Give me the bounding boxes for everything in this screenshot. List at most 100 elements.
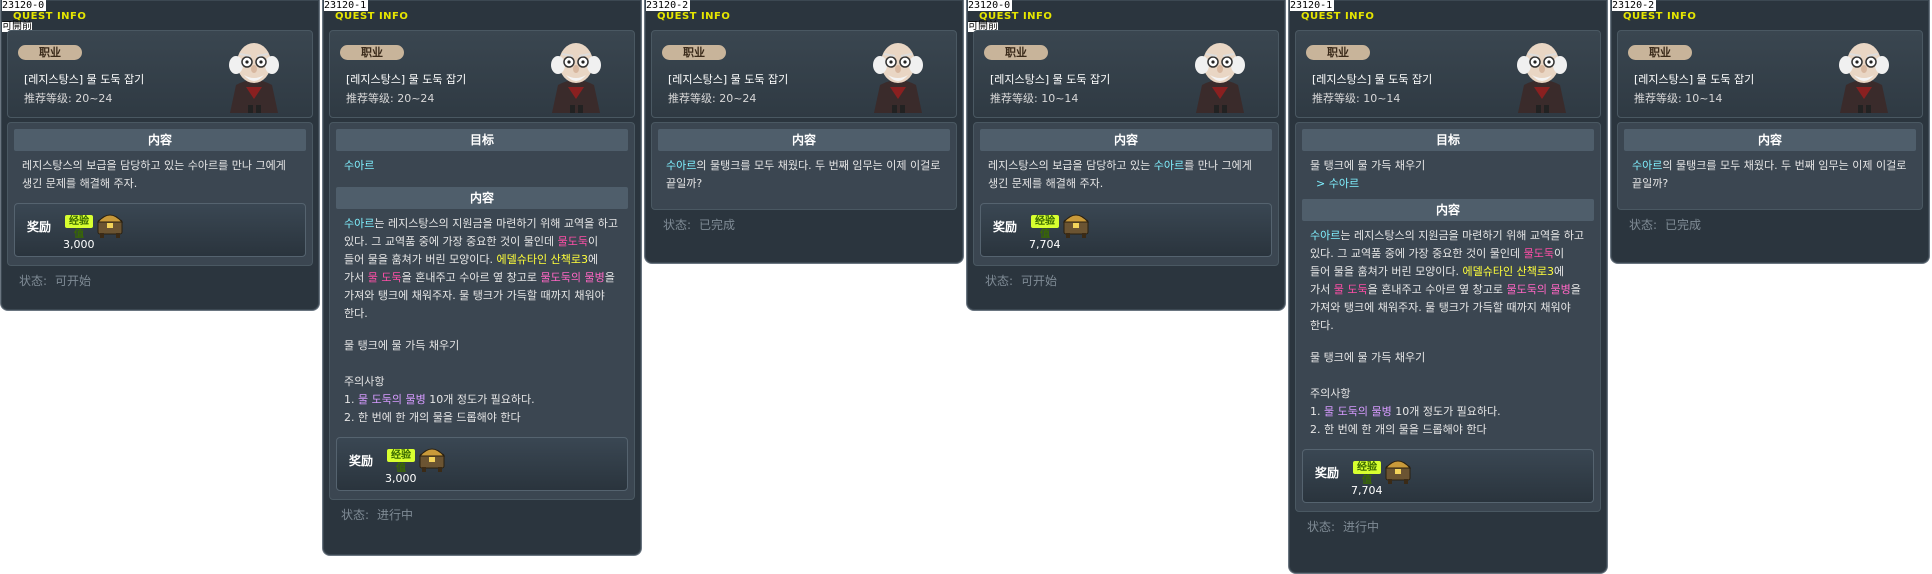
quest-header: 职业 [레지스탕스] 물 도둑 잡기 推荐等级: 10~14	[1617, 30, 1923, 118]
content-text: 수아르의 물탱크를 모두 채웠다. 두 번째 임무는 이제 이걸로 끝일까?	[666, 159, 941, 190]
treasure-chest-icon	[419, 448, 445, 472]
content-text: 레지스탕스의 보급을 담당하고 있는 수아르를 만나 그에게 생긴 문제를 해결…	[988, 159, 1252, 190]
status-label: 状态:	[1307, 520, 1336, 534]
content-goal: 물 탱크에 물 가득 채우기	[1310, 351, 1426, 364]
quest-id: 23120-1	[1290, 0, 1335, 11]
quest-body: 内容 수아르의 물탱크를 모두 채웠다. 두 번째 임무는 이제 이걸로 끝일까…	[651, 122, 957, 210]
quest-body: 内容 레지스탕스의 보급을 담당하고 있는 수아르를 만나 그에게 생긴 문제를…	[973, 122, 1279, 266]
quest-name: [레지스탕스] 물 도둑 잡기	[1312, 73, 1433, 86]
status-label: 状态:	[19, 274, 48, 288]
quest-id: 23120-1	[324, 0, 369, 11]
npc-portrait-icon	[550, 42, 602, 113]
reward-label: 奖励	[993, 220, 1018, 234]
job-badge: 职业	[1628, 45, 1692, 60]
notice-line-2: 2. 한 번에 한 개의 물을 드롭해야 한다	[344, 411, 521, 424]
treasure-chest-icon	[1063, 214, 1089, 238]
content-text: 수아르의 물탱크를 모두 채웠다. 두 번째 임무는 이제 이걸로 끝일까?	[1632, 159, 1907, 190]
reward-box: 奖励 经验值 3,000	[14, 203, 306, 257]
exp-label: 经验值	[387, 449, 415, 474]
quest-info-title: QUEST INFO	[1301, 11, 1375, 22]
quest-name: [레지스탕스] 물 도둑 잡기	[346, 73, 467, 86]
reward-box: 奖励 经验值 7,704	[980, 203, 1272, 257]
reward-label: 奖励	[349, 454, 374, 468]
notice-title: 주의사항	[1310, 387, 1351, 400]
npc-portrait-icon	[228, 42, 280, 113]
notice-line-1: 1. 물 도둑의 물병 10개 정도가 필요하다.	[344, 393, 535, 406]
content-heading: 内容	[658, 129, 950, 151]
quest-panel-4: 23120-0 QUEST INFO 可開前 职业 [레지스탕스] 물 도둑 잡…	[966, 0, 1286, 311]
quest-header: 职业 [레지스탕스] 물 도둑 잡기 推荐等级: 10~14	[973, 30, 1279, 118]
exp-value: 7,704	[1029, 238, 1061, 251]
quest-name: [레지스탕스] 물 도둑 잡기	[1634, 73, 1755, 86]
quest-header: 职业 [레지스탕스] 물 도둑 잡기 推荐等级: 10~14	[1295, 30, 1601, 118]
recommended-level: 推荐等级: 10~14	[990, 92, 1079, 105]
content-goal: 물 탱크에 물 가득 채우기	[344, 339, 460, 352]
job-badge: 职业	[340, 45, 404, 60]
status-row: 状态: 进行中	[323, 500, 641, 536]
quest-body: 目标 수아르 内容 수아르는 레지스탕스의 지원금을 마련하기 위해 교역을 하…	[329, 122, 635, 500]
exp-label: 经验值	[1031, 215, 1059, 240]
exp-label: 经验值	[1353, 461, 1381, 486]
recommended-level: 推荐等级: 20~24	[668, 92, 757, 105]
quest-panel-1: 23120-0 QUEST INFO 可開前 职业 [레지스탕스] 물 도둑 잡…	[0, 0, 320, 311]
status-value: 已完成	[1665, 218, 1702, 232]
exp-value: 3,000	[63, 238, 95, 251]
quest-name: [레지스탕스] 물 도둑 잡기	[990, 73, 1111, 86]
content-text: 수아르는 레지스탕스의 지원금을 마련하기 위해 교역을 하고 있다. 그 교역…	[1310, 229, 1584, 332]
status-row: 状态: 可开始	[1, 266, 319, 302]
npc-portrait-icon	[1516, 42, 1568, 113]
reward-box: 奖励 经验值 7,704	[1302, 449, 1594, 503]
status-label: 状态:	[341, 508, 370, 522]
npc-portrait-icon	[1194, 42, 1246, 113]
notice-line-1: 1. 물 도둑의 물병 10개 정도가 필요하다.	[1310, 405, 1501, 418]
treasure-chest-icon	[97, 214, 123, 238]
quest-id: 23120-2	[646, 0, 691, 11]
quest-body: 目标 물 탱크에 물 가득 채우기 > 수아르 内容 수아르는 레지스탕스의 지…	[1295, 122, 1601, 512]
quest-body: 内容 레지스탕스의 보급을 담당하고 있는 수아르를 만나 그에게 생긴 문제를…	[7, 122, 313, 266]
target-heading: 目标	[336, 129, 628, 151]
recommended-level: 推荐等级: 20~24	[346, 92, 435, 105]
quest-id: 23120-2	[1612, 0, 1657, 11]
status-value: 进行中	[1343, 520, 1380, 534]
content-text: 수아르는 레지스탕스의 지원금을 마련하기 위해 교역을 하고 있다. 그 교역…	[344, 217, 618, 320]
job-badge: 职业	[18, 45, 82, 60]
quest-id: 23120-0	[968, 0, 1013, 11]
quest-panel-6: 23120-2 QUEST INFO 职业 [레지스탕스] 물 도둑 잡기 推荐…	[1610, 0, 1930, 264]
target-text: 물 탱크에 물 가득 채우기	[1310, 159, 1426, 172]
npc-portrait-icon	[1838, 42, 1890, 113]
target-heading: 目标	[1302, 129, 1594, 151]
exp-label: 经验值	[65, 215, 93, 240]
content-heading: 内容	[336, 187, 628, 209]
status-row: 状态: 进行中	[1289, 512, 1607, 548]
quest-panel-3: 23120-2 QUEST INFO 职业 [레지스탕스] 물 도둑 잡기 推荐…	[644, 0, 964, 264]
quest-info-title: QUEST INFO	[335, 11, 409, 22]
content-heading: 内容	[980, 129, 1272, 151]
quest-header: 职业 [레지스탕스] 물 도둑 잡기 推荐等级: 20~24	[651, 30, 957, 118]
quest-panel-5: 23120-1 QUEST INFO 职业 [레지스탕스] 물 도둑 잡기 推荐…	[1288, 0, 1608, 574]
quest-info-title: QUEST INFO	[1623, 11, 1697, 22]
quest-name: [레지스탕스] 물 도둑 잡기	[668, 73, 789, 86]
npc-portrait-icon	[872, 42, 924, 113]
quest-header: 职业 [레지스탕스] 물 도둑 잡기 推荐等级: 20~24	[7, 30, 313, 118]
recommended-level: 推荐等级: 20~24	[24, 92, 113, 105]
status-value: 进行中	[377, 508, 414, 522]
quest-panel-2: 23120-1 QUEST INFO 职业 [레지스탕스] 물 도둑 잡기 推荐…	[322, 0, 642, 556]
status-value: 可开始	[1021, 274, 1058, 288]
content-heading: 内容	[1624, 129, 1916, 151]
status-row: 状态: 已完成	[1611, 210, 1929, 246]
quest-body: 内容 수아르의 물탱크를 모두 채웠다. 두 번째 임무는 이제 이걸로 끝일까…	[1617, 122, 1923, 210]
status-value: 已完成	[699, 218, 736, 232]
quest-info-title: QUEST INFO	[657, 11, 731, 22]
content-text: 레지스탕스의 보급을 담당하고 있는 수아르를 만나 그에게 생긴 문제를 해결…	[22, 159, 286, 190]
notice-line-2: 2. 한 번에 한 개의 물을 드롭해야 한다	[1310, 423, 1487, 436]
reward-label: 奖励	[1315, 466, 1340, 480]
quest-id: 23120-0	[2, 0, 47, 11]
target-subtext: > 수아르	[1316, 177, 1360, 190]
status-row: 状态: 已完成	[645, 210, 963, 246]
exp-value: 7,704	[1351, 484, 1383, 497]
quest-name: [레지스탕스] 물 도둑 잡기	[24, 73, 145, 86]
status-label: 状态:	[663, 218, 692, 232]
status-row: 状态: 可开始	[967, 266, 1285, 302]
job-badge: 职业	[662, 45, 726, 60]
reward-box: 奖励 经验值 3,000	[336, 437, 628, 491]
